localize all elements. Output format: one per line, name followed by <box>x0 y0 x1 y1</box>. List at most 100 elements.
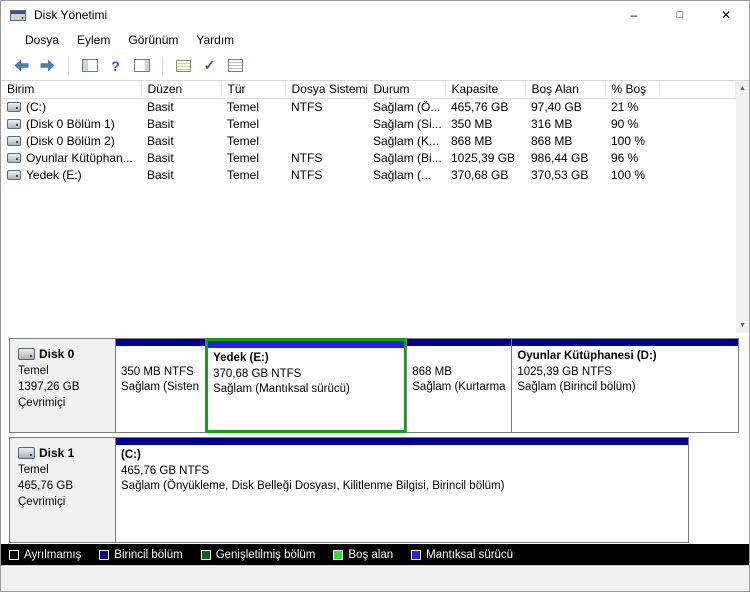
close-button[interactable]: ✕ <box>703 1 749 29</box>
back-icon[interactable] <box>11 55 32 76</box>
partition-status: Sağlam (Birincil bölüm) <box>517 381 636 393</box>
partition-yedek-e[interactable]: Yedek (E:) 370,68 GB NTFS Sağlam (Mantık… <box>205 338 408 433</box>
partition-color-strip <box>512 339 738 346</box>
table-header-row: Birim Düzen Tür Dosya Sistemi Durum Kapa… <box>1 81 736 99</box>
disk1-info[interactable]: Disk 1 Temel 465,76 GB Çevrimiçi <box>9 437 116 543</box>
legend-label: Boş alan <box>348 548 394 561</box>
table-row-disk0-bolum1[interactable]: (Disk 0 Bölüm 1) Basit Temel Sağlam (Si.… <box>1 115 736 132</box>
table-row-c[interactable]: (C:) Basit Temel NTFS Sağlam (Ö... 465,7… <box>1 98 736 115</box>
graphical-view-pane: Disk 0 Temel 1397,26 GB Çevrimiçi 350 MB… <box>1 333 749 544</box>
table-row-disk0-bolum2[interactable]: (Disk 0 Bölüm 2) Basit Temel Sağlam (K..… <box>1 132 736 149</box>
legend-swatch <box>99 549 110 560</box>
volume-table: Birim Düzen Tür Dosya Sistemi Durum Kapa… <box>1 81 736 183</box>
disk-icon <box>18 447 35 459</box>
partition-868mb-recovery[interactable]: 868 MB Sağlam (Kurtarma <box>406 338 513 433</box>
partition-size: 868 MB <box>412 365 452 378</box>
partition-title <box>121 349 200 365</box>
forward-icon[interactable] <box>37 55 58 76</box>
legend-item-bos-alan: Boş alan <box>333 549 393 561</box>
volume-icon <box>7 169 21 180</box>
partition-title <box>412 349 506 365</box>
legend-label: Ayrılmamış <box>24 548 82 561</box>
window-title: Disk Yönetimi <box>34 8 108 22</box>
window-controls: – □ ✕ <box>611 1 749 29</box>
scroll-down-icon[interactable]: ▼ <box>736 318 749 333</box>
disk-name: Disk 1 <box>39 446 75 460</box>
volume-list-pane: Birim Düzen Tür Dosya Sistemi Durum Kapa… <box>1 81 749 333</box>
app-icon <box>10 8 26 23</box>
partition-status: Sağlam (Önyükleme, Disk Belleği Dosyası,… <box>121 480 505 492</box>
disk0-info[interactable]: Disk 0 Temel 1397,26 GB Çevrimiçi <box>9 338 116 433</box>
dialog-icon[interactable] <box>173 55 194 76</box>
menubar: Dosya Eylem Görünüm Yardım <box>1 29 749 51</box>
column-header-tur[interactable]: Tür <box>221 81 286 99</box>
table-row-oyunlar[interactable]: Oyunlar Kütüphan... Basit Temel NTFS Sağ… <box>1 149 736 166</box>
legend-swatch <box>333 549 344 560</box>
menu-item-dosya[interactable]: Dosya <box>16 29 68 51</box>
partition-color-strip <box>407 339 512 346</box>
toolbar: ? ✓ <box>1 51 749 81</box>
volume-cell: (C:) <box>1 98 141 115</box>
volume-icon <box>7 152 21 163</box>
menu-item-eylem[interactable]: Eylem <box>68 29 119 51</box>
disk-status: Çevrimiçi <box>18 496 66 508</box>
partition-status: Sağlam (Sisten <box>121 381 199 393</box>
action-pane-icon[interactable] <box>131 55 152 76</box>
column-header-durum[interactable]: Durum <box>367 81 446 99</box>
partition-size: 350 MB NTFS <box>121 365 194 378</box>
maximize-button[interactable]: □ <box>657 1 703 29</box>
partition-title: Oyunlar Kütüphanesi (D:) <box>517 350 657 362</box>
disk-type: Temel <box>18 365 49 377</box>
partition-status: Sağlam (Kurtarma <box>412 381 506 393</box>
volume-cell: (Disk 0 Bölüm 2) <box>1 132 141 149</box>
disk1-partition-area: (C:) 465,76 GB NTFS Sağlam (Önyükleme, D… <box>115 437 739 543</box>
table-row-yedek[interactable]: Yedek (E:) Basit Temel NTFS Sağlam (... … <box>1 166 736 183</box>
disk1-band: Disk 1 Temel 465,76 GB Çevrimiçi (C:) 46… <box>9 437 739 543</box>
column-header-duzen[interactable]: Düzen <box>141 81 222 99</box>
column-header-birim[interactable]: Birim <box>1 81 142 99</box>
help-icon[interactable]: ? <box>105 55 126 76</box>
legend-item-birincil: Birincil bölüm <box>99 548 183 561</box>
partition-350mb-system[interactable]: 350 MB NTFS Sağlam (Sisten <box>115 338 207 433</box>
partition-status: Sağlam (Mantıksal sürücü) <box>213 383 350 395</box>
disk-capacity: 465,76 GB <box>18 480 73 492</box>
column-header-bos-alan[interactable]: Boş Alan <box>525 81 606 99</box>
disk-icon <box>18 348 35 360</box>
partition-oyunlar-d[interactable]: Oyunlar Kütüphanesi (D:) 1025,39 GB NTFS… <box>511 338 739 433</box>
legend-swatch <box>200 549 211 560</box>
toolbar-separator <box>68 56 69 75</box>
disk-status: Çevrimiçi <box>18 397 66 409</box>
disk0-partition-area: 350 MB NTFS Sağlam (Sisten Yedek (E:) 37… <box>115 338 739 433</box>
scroll-up-icon[interactable]: ▲ <box>736 81 749 96</box>
partition-c[interactable]: (C:) 465,76 GB NTFS Sağlam (Önyükleme, D… <box>115 437 690 543</box>
console-tree-icon[interactable] <box>79 55 100 76</box>
disk-name: Disk 0 <box>39 347 75 361</box>
legend-label: Genişletilmiş bölüm <box>215 548 316 561</box>
vertical-scrollbar[interactable]: ▲ ▼ <box>736 81 749 333</box>
check-icon[interactable]: ✓ <box>199 55 220 76</box>
legend-label: Birincil bölüm <box>114 548 183 561</box>
legend-bar: Ayrılmamış Birincil bölüm Genişletilmiş … <box>1 544 749 565</box>
legend-swatch <box>411 549 422 560</box>
column-header-yuzde-bos[interactable]: % Boş <box>605 81 660 99</box>
volume-icon <box>7 135 21 146</box>
disk0-band: Disk 0 Temel 1397,26 GB Çevrimiçi 350 MB… <box>9 338 739 433</box>
volume-cell: Yedek (E:) <box>1 166 141 183</box>
list-icon[interactable] <box>225 55 246 76</box>
disk-type: Temel <box>18 464 49 476</box>
volume-icon <box>7 101 21 112</box>
menu-item-yardim[interactable]: Yardım <box>187 29 243 51</box>
partition-title: (C:) <box>121 449 141 461</box>
legend-label: Mantıksal sürücü <box>426 548 514 561</box>
partition-title: Yedek (E:) <box>213 352 269 364</box>
column-header-kapasite[interactable]: Kapasite <box>445 81 526 99</box>
volume-icon <box>7 118 21 129</box>
minimize-button[interactable]: – <box>611 1 657 29</box>
menu-item-gorunum[interactable]: Görünüm <box>119 29 187 51</box>
partition-size: 465,76 GB NTFS <box>121 464 210 477</box>
legend-item-ayrilmamis: Ayrılmamış <box>9 549 81 561</box>
partition-color-strip <box>116 438 689 445</box>
column-header-dosya-sistemi[interactable]: Dosya Sistemi <box>285 81 368 99</box>
partition-color-strip <box>116 339 206 346</box>
disk-capacity: 1397,26 GB <box>18 381 80 393</box>
